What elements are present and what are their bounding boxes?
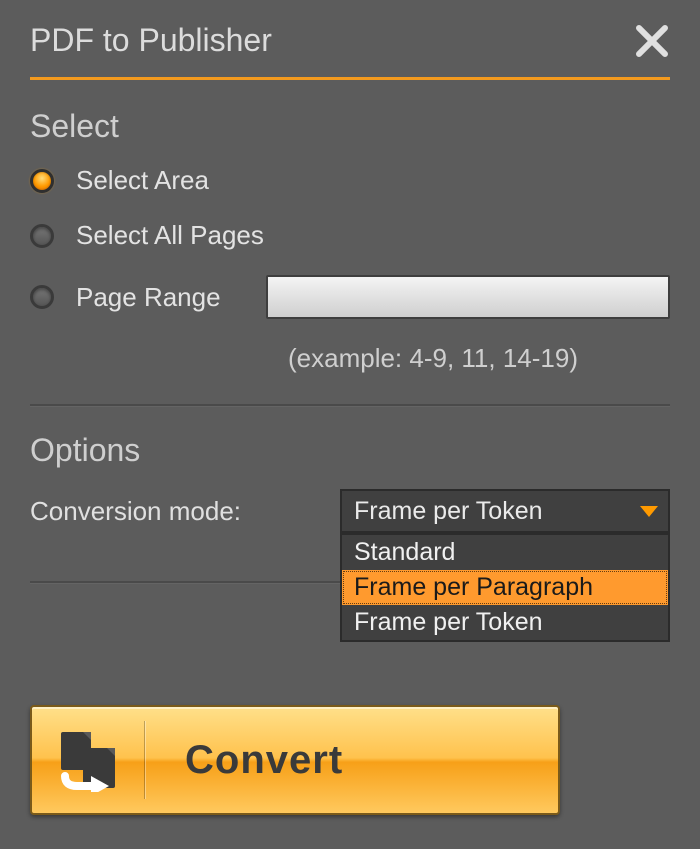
conversion-mode-select[interactable]: Frame per Token [340, 489, 670, 533]
chevron-down-icon [640, 506, 658, 517]
title-divider [30, 77, 670, 80]
options-heading: Options [30, 432, 670, 469]
conversion-mode-label: Conversion mode: [30, 496, 340, 527]
radio-select-all-pages-row[interactable]: Select All Pages [30, 220, 670, 251]
convert-button-label: Convert [145, 738, 558, 783]
radio-select-area-row[interactable]: Select Area [30, 165, 670, 196]
dropdown-item-standard[interactable]: Standard [342, 535, 668, 570]
radio-select-all-pages[interactable] [30, 224, 54, 248]
page-range-input[interactable] [266, 275, 670, 319]
select-heading: Select [30, 108, 670, 145]
page-range-example: (example: 4-9, 11, 14-19) [288, 343, 670, 374]
dropdown-item-frame-per-paragraph[interactable]: Frame per Paragraph [342, 570, 668, 605]
conversion-mode-value: Frame per Token [354, 497, 543, 526]
radio-page-range[interactable] [30, 285, 54, 309]
radio-page-range-row[interactable]: Page Range [30, 275, 670, 319]
radio-page-range-label: Page Range [76, 282, 256, 313]
pdf-to-publisher-dialog: PDF to Publisher Select Select Area Sele… [0, 0, 700, 849]
convert-button[interactable]: Convert [30, 705, 560, 815]
dropdown-item-frame-per-token[interactable]: Frame per Token [342, 605, 668, 640]
section-divider-1 [30, 404, 670, 406]
conversion-mode-select-wrap: Frame per Token Standard Frame per Parag… [340, 489, 670, 533]
titlebar: PDF to Publisher [30, 0, 670, 77]
conversion-mode-row: Conversion mode: Frame per Token Standar… [30, 489, 670, 533]
close-button[interactable] [634, 23, 670, 59]
radio-select-area-label: Select Area [76, 165, 209, 196]
dialog-title: PDF to Publisher [30, 22, 272, 59]
conversion-mode-dropdown: Standard Frame per Paragraph Frame per T… [340, 533, 670, 642]
convert-icon [32, 728, 144, 792]
radio-select-area[interactable] [30, 169, 54, 193]
close-icon [634, 23, 670, 59]
radio-select-all-pages-label: Select All Pages [76, 220, 264, 251]
